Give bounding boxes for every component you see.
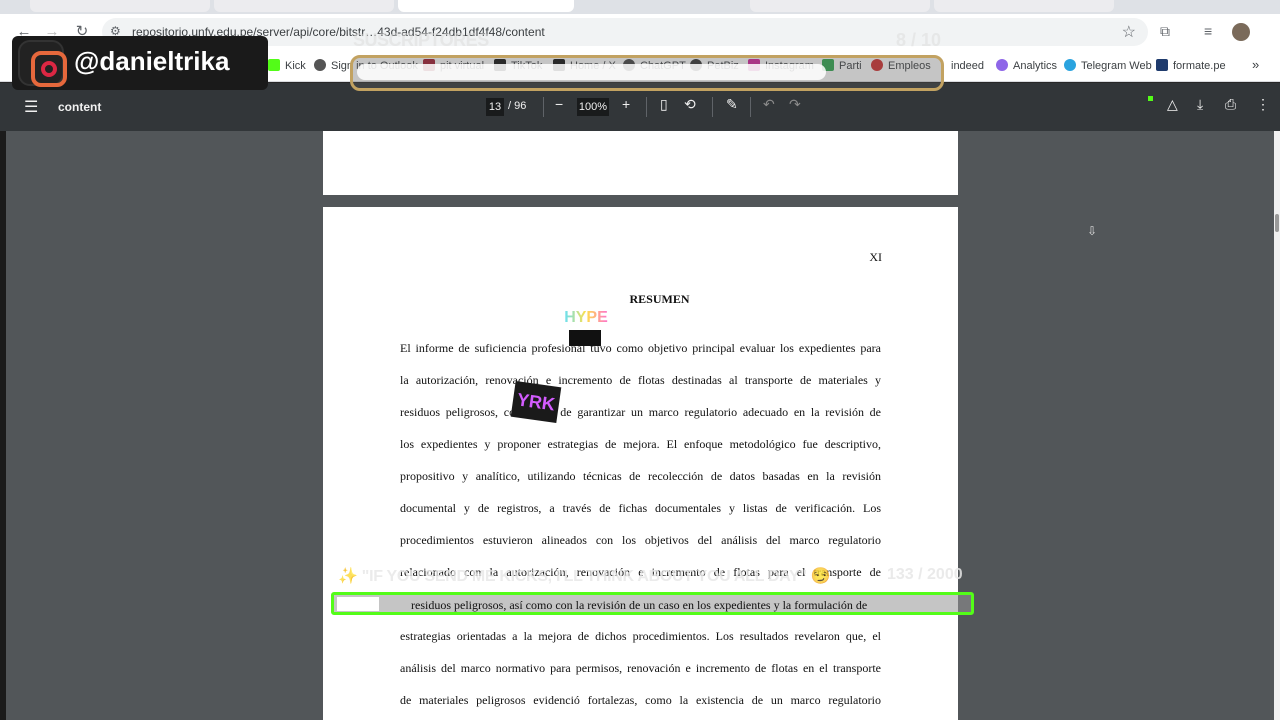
hype-emote-sub [569, 330, 601, 346]
instagram-handle: @danieltrika [74, 46, 230, 76]
subscriber-goal-bar [350, 55, 944, 91]
bookmark-indeed[interactable]: indeed [940, 59, 984, 72]
page-total: / 96 [508, 100, 527, 112]
formate-icon [1156, 59, 1168, 71]
paragraph-line: El informe de suficiencia profesional tu… [400, 341, 881, 355]
download-icon[interactable]: ⤓ [1197, 96, 1203, 113]
york-emote: YRK [510, 380, 562, 424]
zoom-out-icon[interactable]: − [555, 96, 563, 112]
paragraph-line: documental y de registros, a través de f… [400, 501, 881, 515]
previous-page [323, 131, 958, 195]
kick-goal-label: ✨ "IF YOU SEND ME KICKS, I'LL THINK ABOU… [338, 568, 831, 585]
bookmark-analytics[interactable]: Analytics [996, 59, 1057, 72]
page-roman-number: XI [869, 250, 882, 264]
kick-goal-count: 133 / 2000 [887, 566, 963, 583]
document-title: content [58, 100, 102, 114]
kick-goal-fill [337, 597, 379, 611]
divider [646, 97, 647, 117]
zoom-input[interactable]: 100% [577, 98, 609, 116]
page-number-input[interactable]: 13 [486, 98, 504, 116]
instagram-logo-icon [18, 40, 67, 87]
telegram-icon [1064, 59, 1076, 71]
paragraph-line: los expedientes y proponer estrategias d… [400, 437, 881, 451]
mouse-cursor-icon: ⇩ [1087, 224, 1098, 238]
fit-page-icon[interactable]: ▯ [660, 96, 668, 113]
zoom-in-icon[interactable]: + [622, 96, 630, 112]
redo-icon[interactable]: ↷ [789, 96, 801, 113]
print-icon[interactable]: ⎙ [1225, 96, 1236, 113]
more-options-icon[interactable]: ⋮ [1256, 96, 1270, 113]
extensions-icon[interactable]: ⧉ [1160, 23, 1170, 40]
analytics-icon [996, 59, 1008, 71]
browser-tab[interactable] [934, 0, 1114, 12]
subscriber-goal-label: SUSCRIPTORES [353, 30, 489, 50]
status-dot [1148, 96, 1153, 101]
paragraph-line: propositivo y analítico, utilizando técn… [400, 469, 881, 483]
kick-icon [268, 59, 280, 71]
bookmark-formate[interactable]: formate.pe [1156, 59, 1226, 72]
browser-tab[interactable] [214, 0, 394, 12]
paragraph-line: residuos peligrosos, con el fin de garan… [400, 405, 881, 419]
chevron-double-right-icon[interactable]: » [1252, 57, 1259, 72]
annotate-icon[interactable]: ✎ [726, 96, 738, 113]
profile-avatar[interactable] [1232, 23, 1250, 41]
paragraph-line: estrategias orientadas a la mejora de di… [400, 629, 881, 643]
pdf-page: XI RESUMEN El informe de suficiencia pro… [323, 207, 958, 720]
browser-tab[interactable] [30, 0, 210, 12]
media-control-icon[interactable]: ≡ [1204, 23, 1212, 39]
instagram-lens [41, 61, 57, 77]
hype-emote: HYPE [563, 307, 609, 329]
tab-strip [0, 0, 1280, 14]
kick-goal-bar: residuos peligrosos, así como con la rev… [331, 592, 974, 615]
drive-save-icon[interactable]: △ [1167, 96, 1178, 113]
paragraph-line: residuos peligrosos, así como con la rev… [411, 598, 868, 612]
browser-tab-active[interactable] [398, 0, 574, 12]
paragraph-line: procedimientos estuvieron alineados con … [400, 533, 881, 547]
subscriber-goal-count: 8 / 10 [896, 30, 942, 50]
divider [543, 97, 544, 117]
divider [712, 97, 713, 117]
subscriber-goal-fill [357, 64, 826, 80]
bookmark-star-icon[interactable]: ☆ [1122, 22, 1136, 42]
paragraph-line: de materiales peligrosos evidenció forta… [400, 693, 881, 707]
bookmark-kick[interactable]: Kick [268, 59, 306, 72]
section-heading: RESUMEN [629, 292, 690, 306]
scrollbar-thumb[interactable] [1275, 214, 1279, 232]
rotate-icon[interactable]: ⟲ [684, 96, 696, 113]
paragraph-line: análisis del marco normativo para permis… [400, 661, 881, 675]
screen: ← → ↻ ⚙ repositorio.unfv.edu.pe/server/a… [0, 0, 1280, 720]
browser-tab[interactable] [750, 0, 930, 12]
menu-icon[interactable]: ☰ [24, 97, 38, 117]
instagram-badge: @danieltrika [12, 36, 268, 90]
paragraph-line: la autorización, renovación e incremento… [400, 373, 881, 387]
divider [750, 97, 751, 117]
globe-icon [314, 59, 326, 71]
undo-icon[interactable]: ↶ [763, 96, 775, 113]
bookmark-telegram[interactable]: Telegram Web [1064, 59, 1152, 72]
